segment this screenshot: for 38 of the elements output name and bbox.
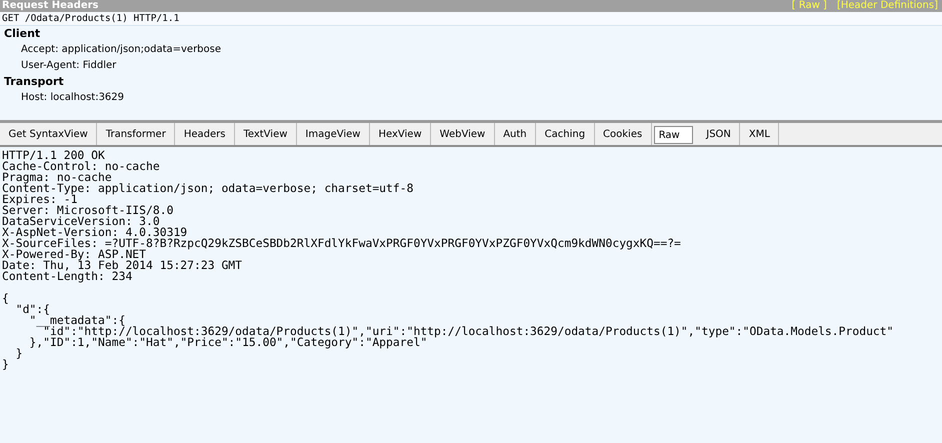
view-tab[interactable]: Headers (175, 123, 235, 145)
response-line: HTTP/1.1 200 OK (2, 150, 106, 161)
view-tab[interactable]: Caching (536, 123, 595, 145)
panel-title: Request Headers (2, 0, 98, 12)
response-line: } (14, 348, 24, 359)
view-tab[interactable]: Raw (654, 126, 693, 144)
response-line: Cache-Control: no-cache (2, 161, 161, 172)
group-heading: Transport (3, 74, 65, 90)
header-entry: Host: localhost:3629 (20, 91, 126, 105)
group-heading: Client (3, 26, 42, 42)
response-line: Date: Thu, 13 Feb 2014 15:27:23 GMT (2, 260, 244, 271)
header-entry: Accept: application/json;odata=verbose (20, 43, 222, 57)
response-line: "d":{ (14, 304, 50, 315)
view-tab[interactable]: WebView (431, 123, 495, 145)
view-tab[interactable]: Auth (494, 123, 536, 145)
response-line: { (2, 293, 10, 304)
response-line: DataServiceVersion: 3.0 (2, 216, 160, 227)
response-line: Server: Microsoft-IIS/8.0 (2, 205, 174, 216)
view-tab[interactable]: Transformer (97, 123, 176, 145)
response-line: X-SourceFiles: =?UTF-8?B?RzpcQ29kZSBCeSBDb2RlXFdlYkFwaVxPRGF0YVxPRGF0YVxPZGF0YVxQcm9kdWN0cygxKQ==?= (2, 238, 682, 249)
view-tab[interactable]: TextView (234, 123, 297, 145)
response-line: "__metadata":{ (29, 315, 126, 326)
response-line: },"ID":1,"Name":"Hat","Price":"15.00","Category":"Apparel" (28, 337, 428, 348)
view-tab[interactable]: XML (740, 123, 780, 145)
response-line: Expires: -1 (2, 194, 78, 205)
view-tab[interactable]: ImageView (296, 123, 370, 145)
view-tab[interactable]: JSON (698, 123, 740, 145)
response-line: } (2, 359, 10, 370)
view-tab[interactable]: HexView (370, 123, 432, 145)
view-tab[interactable]: Get SyntaxView (0, 123, 98, 145)
response-line: "id":"http://localhost:3629/odata/Products(1)","uri":"http://localhost:3629/odata/Products(1)","type":"OData.Models.Product" (43, 326, 895, 337)
response-line: Content-Length: 234 (2, 271, 132, 282)
header-entry: User-Agent: Fiddler (20, 59, 118, 73)
response-line: X-Powered-By: ASP.NET (2, 249, 146, 260)
response-line: Content-Type: application/json; odata=verbose; charset=utf-8 (2, 183, 414, 194)
view-tab[interactable]: Cookies (594, 123, 652, 145)
response-line: X-AspNet-Version: 4.0.30319 (2, 227, 188, 238)
response-line: Pragma: no-cache (2, 172, 112, 183)
